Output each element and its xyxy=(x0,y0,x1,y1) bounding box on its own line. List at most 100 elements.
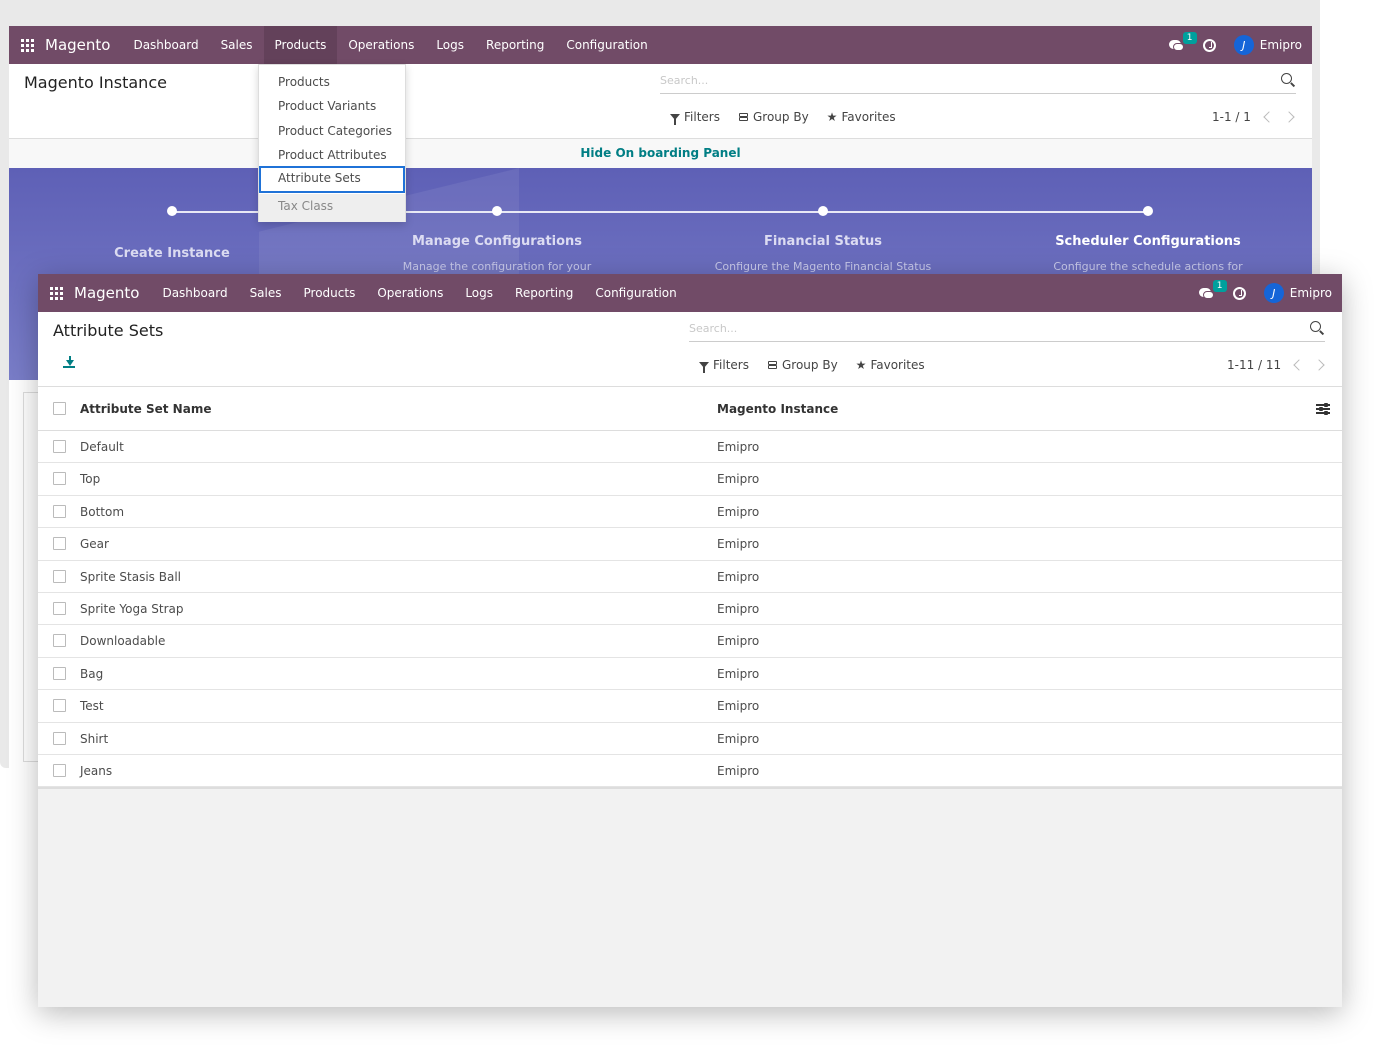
menu-operations[interactable]: Operations xyxy=(337,26,425,64)
menu-logs[interactable]: Logs xyxy=(425,26,475,64)
menu-logs[interactable]: Logs xyxy=(454,274,504,312)
filters-button[interactable]: Filters xyxy=(670,110,720,125)
magento-instance: Emipro xyxy=(717,504,760,519)
row-checkbox[interactable] xyxy=(53,634,66,648)
clock-icon[interactable] xyxy=(1202,38,1216,52)
search-tools: Filters Group By ★ Favorites xyxy=(699,358,925,373)
menu-dashboard[interactable]: Dashboard xyxy=(151,274,238,312)
row-checkbox[interactable] xyxy=(53,731,66,745)
table-row[interactable]: Test Emipro xyxy=(38,690,1342,723)
menu-sales[interactable]: Sales xyxy=(239,274,293,312)
dropdown-item-attribute-sets[interactable]: Attribute Sets xyxy=(259,166,405,193)
table-row[interactable]: Sprite Yoga Strap Emipro xyxy=(38,593,1342,626)
row-checkbox[interactable] xyxy=(53,569,66,583)
table-row[interactable]: Shirt Emipro xyxy=(38,723,1342,755)
dropdown-item-product-attributes[interactable]: Product Attributes xyxy=(259,143,405,168)
row-checkbox[interactable] xyxy=(53,537,66,551)
filters-button[interactable]: Filters xyxy=(699,358,749,373)
magento-instance: Emipro xyxy=(717,634,760,649)
column-header-attribute-set-name[interactable]: Attribute Set Name xyxy=(80,402,211,416)
row-checkbox[interactable] xyxy=(53,472,66,486)
download-icon[interactable] xyxy=(62,356,76,370)
table-row[interactable]: Sprite Stasis Ball Emipro xyxy=(38,561,1342,593)
user-menu[interactable]: J Emipro xyxy=(1233,35,1302,55)
magento-instance: Emipro xyxy=(717,537,760,552)
dropdown-item-tax-class[interactable]: Tax Class xyxy=(259,194,405,222)
table-row[interactable]: Bottom Emipro xyxy=(38,496,1342,529)
step-desc: Configure the Magento Financial Status xyxy=(714,260,932,273)
chevron-left-icon[interactable] xyxy=(1263,111,1275,123)
dropdown-item-product-categories[interactable]: Product Categories xyxy=(259,119,405,144)
group-by-button[interactable]: Group By xyxy=(738,110,809,124)
select-all-checkbox[interactable] xyxy=(53,402,66,415)
favorites-button[interactable]: ★ Favorites xyxy=(827,110,896,124)
search-icon[interactable] xyxy=(1310,321,1321,332)
step-create-instance[interactable]: Create Instance xyxy=(42,246,302,261)
table-row[interactable]: Top Emipro xyxy=(38,463,1342,496)
menu-configuration[interactable]: Configuration xyxy=(584,274,687,312)
dropdown-item-product-variants[interactable]: Product Variants xyxy=(259,94,405,119)
pager-value[interactable]: 1-11 / 11 xyxy=(1227,358,1281,372)
layers-icon xyxy=(738,112,749,122)
magento-instance: Emipro xyxy=(717,569,760,584)
chat-icon[interactable]: 1 xyxy=(1168,32,1197,52)
avatar: J xyxy=(1263,283,1284,303)
table-row[interactable]: Default Emipro xyxy=(38,431,1342,464)
hide-onboarding-link[interactable]: Hide On boarding Panel xyxy=(9,139,1312,168)
optional-columns-icon[interactable] xyxy=(1316,403,1330,415)
table-row[interactable]: Bag Emipro xyxy=(38,658,1342,691)
brand[interactable]: Magento xyxy=(74,284,151,302)
chevron-right-icon[interactable] xyxy=(1283,111,1295,123)
attribute-set-name: Downloadable xyxy=(80,634,166,649)
magento-instance: Emipro xyxy=(717,763,760,778)
menu-reporting[interactable]: Reporting xyxy=(475,26,555,64)
navbar: Magento Dashboard Sales Products Operati… xyxy=(9,26,1312,64)
table-row[interactable]: Downloadable Emipro xyxy=(38,625,1342,658)
row-checkbox[interactable] xyxy=(53,699,66,713)
step-manage-configurations[interactable]: Manage Configurations xyxy=(367,234,627,249)
dropdown-item-products[interactable]: Products xyxy=(259,70,405,95)
menu-sales[interactable]: Sales xyxy=(210,26,264,64)
page-title: Magento Instance xyxy=(24,73,167,92)
user-name: Emipro xyxy=(1289,286,1332,300)
table-row[interactable]: Gear Emipro xyxy=(38,528,1342,561)
magento-instance: Emipro xyxy=(717,699,760,714)
row-checkbox[interactable] xyxy=(53,504,66,518)
brand[interactable]: Magento xyxy=(45,36,122,54)
favorites-button[interactable]: ★ Favorites xyxy=(856,358,925,372)
control-panel: Magento Instance Search... Filters Group… xyxy=(9,64,1312,139)
column-header-magento-instance[interactable]: Magento Instance xyxy=(717,402,838,416)
search-input[interactable]: Search... xyxy=(660,70,1296,94)
step-dot xyxy=(167,206,177,216)
user-menu[interactable]: J Emipro xyxy=(1263,283,1332,303)
chevron-right-icon[interactable] xyxy=(1313,359,1325,371)
avatar: J xyxy=(1233,35,1254,55)
search-tools: Filters Group By ★ Favorites xyxy=(670,110,896,125)
table-row[interactable]: Jeans Emipro xyxy=(38,755,1342,788)
user-name: Emipro xyxy=(1259,38,1302,52)
apps-menu-icon[interactable] xyxy=(9,26,45,64)
step-scheduler-configurations[interactable]: Scheduler Configurations xyxy=(1018,234,1278,249)
chat-icon[interactable]: 1 xyxy=(1198,280,1227,300)
row-checkbox[interactable] xyxy=(53,601,66,615)
row-checkbox[interactable] xyxy=(53,440,66,453)
menu-operations[interactable]: Operations xyxy=(366,274,454,312)
attribute-set-name: Shirt xyxy=(80,731,109,746)
chevron-left-icon[interactable] xyxy=(1293,359,1305,371)
search-icon[interactable] xyxy=(1281,73,1292,84)
row-checkbox[interactable] xyxy=(53,666,66,680)
menu-reporting[interactable]: Reporting xyxy=(504,274,584,312)
pager-value[interactable]: 1-1 / 1 xyxy=(1212,110,1251,124)
search-input[interactable]: Search... xyxy=(689,318,1325,342)
menu-products[interactable]: Products xyxy=(263,26,338,64)
step-financial-status[interactable]: Financial Status xyxy=(693,234,953,249)
row-checkbox[interactable] xyxy=(53,763,66,777)
apps-menu-icon[interactable] xyxy=(38,274,74,312)
clock-icon[interactable] xyxy=(1232,286,1246,300)
pager: 1-11 / 11 xyxy=(1227,358,1325,372)
group-by-button[interactable]: Group By xyxy=(767,358,838,372)
menu-products[interactable]: Products xyxy=(293,274,367,312)
menu-configuration[interactable]: Configuration xyxy=(555,26,658,64)
main-menu: Dashboard Sales Products Operations Logs… xyxy=(122,26,658,64)
menu-dashboard[interactable]: Dashboard xyxy=(122,26,209,64)
